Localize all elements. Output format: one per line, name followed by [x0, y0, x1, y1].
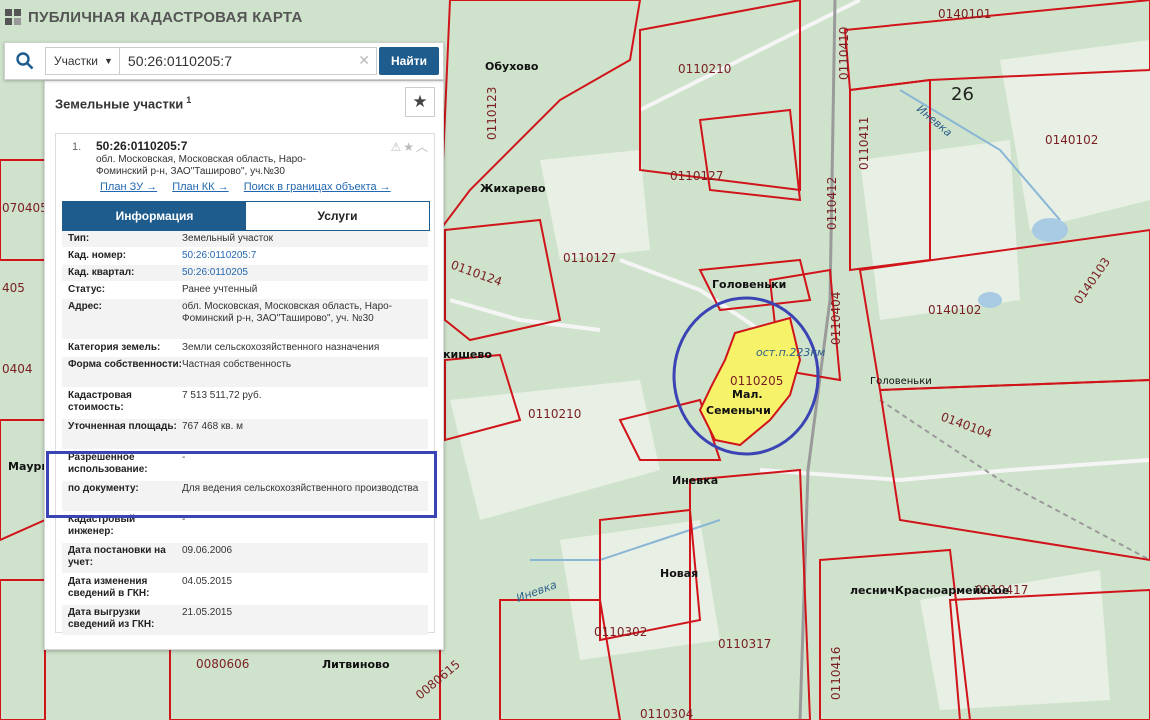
- quarter-label: 0110127: [670, 169, 723, 183]
- result-count: 1: [186, 94, 192, 105]
- place-label: Литвиново: [322, 658, 390, 671]
- search-input[interactable]: 50:26:0110205:7 ✕: [119, 47, 377, 75]
- table-row: Адрес: обл. Московская, Московская област…: [62, 299, 428, 340]
- star-icon: ★: [403, 140, 416, 154]
- result-links: План ЗУ → План КК → Поиск в границах объ…: [100, 181, 403, 193]
- search-query: 50:26:0110205:7: [127, 53, 232, 69]
- place-label: Маури: [8, 460, 49, 473]
- place-label: Головеньки: [712, 278, 786, 291]
- place-label: Иневка: [672, 474, 718, 487]
- tab-services[interactable]: Услуги: [246, 202, 429, 230]
- table-row: Форма собственности: Частная собственност…: [62, 357, 428, 388]
- info-tabs: Информация Услуги: [62, 201, 430, 231]
- tab-info[interactable]: Информация: [63, 202, 246, 230]
- table-row: Кад. квартал: 50:26:0110205: [62, 265, 428, 282]
- table-row: Тип: Земельный участок: [62, 231, 428, 248]
- panel-header: Земельные участки 1 ★: [45, 81, 443, 125]
- table-row: Статус: Ранее учтенный: [62, 282, 428, 299]
- attribute-table: Тип: Земельный участок Кад. номер: 50:26:0…: [62, 231, 428, 636]
- quarter-label: 0140102: [1045, 133, 1098, 147]
- quarter-label: 0110416: [829, 647, 843, 700]
- logo-icon: [5, 9, 21, 25]
- link-search-bounds[interactable]: Поиск в границах объекта →: [244, 181, 391, 193]
- find-button[interactable]: Найти: [379, 47, 439, 75]
- quarter-label: 0110412: [825, 177, 839, 230]
- search-bar: Участки ▼ 50:26:0110205:7 ✕ Найти: [4, 42, 444, 80]
- place-label: Мал.: [732, 388, 763, 401]
- star-icon[interactable]: ★: [405, 87, 435, 117]
- place-label: Новая: [660, 567, 698, 580]
- district-label: 26: [951, 84, 974, 105]
- place-label: лесничКрасноармейское: [850, 584, 1009, 597]
- place-label: Обухово: [485, 60, 539, 73]
- results-panel: Земельные участки 1 ★ 1. 50:26:0110205:7 …: [44, 80, 444, 650]
- link-plan-kk[interactable]: План КК →: [172, 181, 228, 193]
- link-plan-zu[interactable]: План ЗУ →: [100, 181, 157, 193]
- warning-icon: ⚠: [390, 140, 404, 154]
- clear-icon[interactable]: ✕: [358, 52, 370, 69]
- chevron-down-icon: ▼: [104, 56, 113, 66]
- result-action-icons[interactable]: ⚠★︿: [390, 138, 430, 155]
- table-row: Дата изменения сведений в ГКН: 04.05.2015: [62, 574, 428, 605]
- quarter-label: 0110411: [857, 117, 871, 170]
- quarter-label: 0110302: [594, 625, 647, 639]
- app-header: ПУБЛИЧНАЯ КАДАСТРОВАЯ КАРТА: [0, 0, 303, 34]
- quarter-label: 0110205: [730, 374, 783, 388]
- table-row: Уточненная площадь: 767 468 кв. м: [62, 419, 428, 450]
- quarter-label: 0110123: [485, 87, 499, 140]
- quarter-label: 0110210: [528, 407, 581, 421]
- place-label: Головеньки: [870, 376, 932, 387]
- quarter-label: 0110304: [640, 707, 693, 720]
- result-index: 1.: [72, 141, 82, 153]
- chevron-up-icon: ︿: [415, 140, 430, 154]
- quarter-label: 070405: [2, 201, 48, 215]
- quarter-label: 0404: [2, 362, 33, 376]
- quarter-label: 0140102: [928, 303, 981, 317]
- quarter-label: 0110404: [829, 292, 843, 345]
- quarter-label: 0110127: [563, 251, 616, 265]
- search-icon[interactable]: [5, 43, 45, 79]
- place-label: Семенычи: [706, 404, 771, 417]
- object-type-select[interactable]: Участки ▼: [45, 47, 120, 75]
- result-address: обл. Московская, Московская область, Нар…: [96, 154, 307, 177]
- place-label: якишево: [436, 348, 492, 361]
- quarter-label: 0110410: [837, 27, 851, 80]
- table-row: Категория земель: Земли сельскохозяйствен…: [62, 340, 428, 357]
- quarter-label: 0080606: [196, 657, 249, 671]
- quarter-label: 0140101: [938, 7, 991, 21]
- table-row: Кад. номер: 50:26:0110205:7: [62, 248, 428, 265]
- quarter-label: 0110317: [718, 637, 771, 651]
- table-row: Дата постановки на учет: 09.06.2006: [62, 543, 428, 574]
- object-type-label: Участки: [54, 54, 98, 68]
- table-row: Дата выгрузки сведений из ГКН: 21.05.2015: [62, 605, 428, 636]
- app-title: ПУБЛИЧНАЯ КАДАСТРОВАЯ КАРТА: [28, 8, 303, 26]
- quarter-label: 405: [2, 281, 25, 295]
- stop-label: ост.п.223км: [756, 346, 825, 359]
- annotation-box: [46, 451, 437, 518]
- panel-title: Земельные участки 1: [55, 94, 192, 112]
- result-cad-number[interactable]: 50:26:0110205:7: [96, 139, 187, 153]
- result-card: 1. 50:26:0110205:7 обл. Московская, Моск…: [55, 133, 435, 636]
- place-label: Жихарево: [480, 182, 546, 195]
- table-row: Кадастровая стоимость: 7 513 511,72 руб.: [62, 388, 428, 419]
- quarter-label: 0110210: [678, 62, 731, 76]
